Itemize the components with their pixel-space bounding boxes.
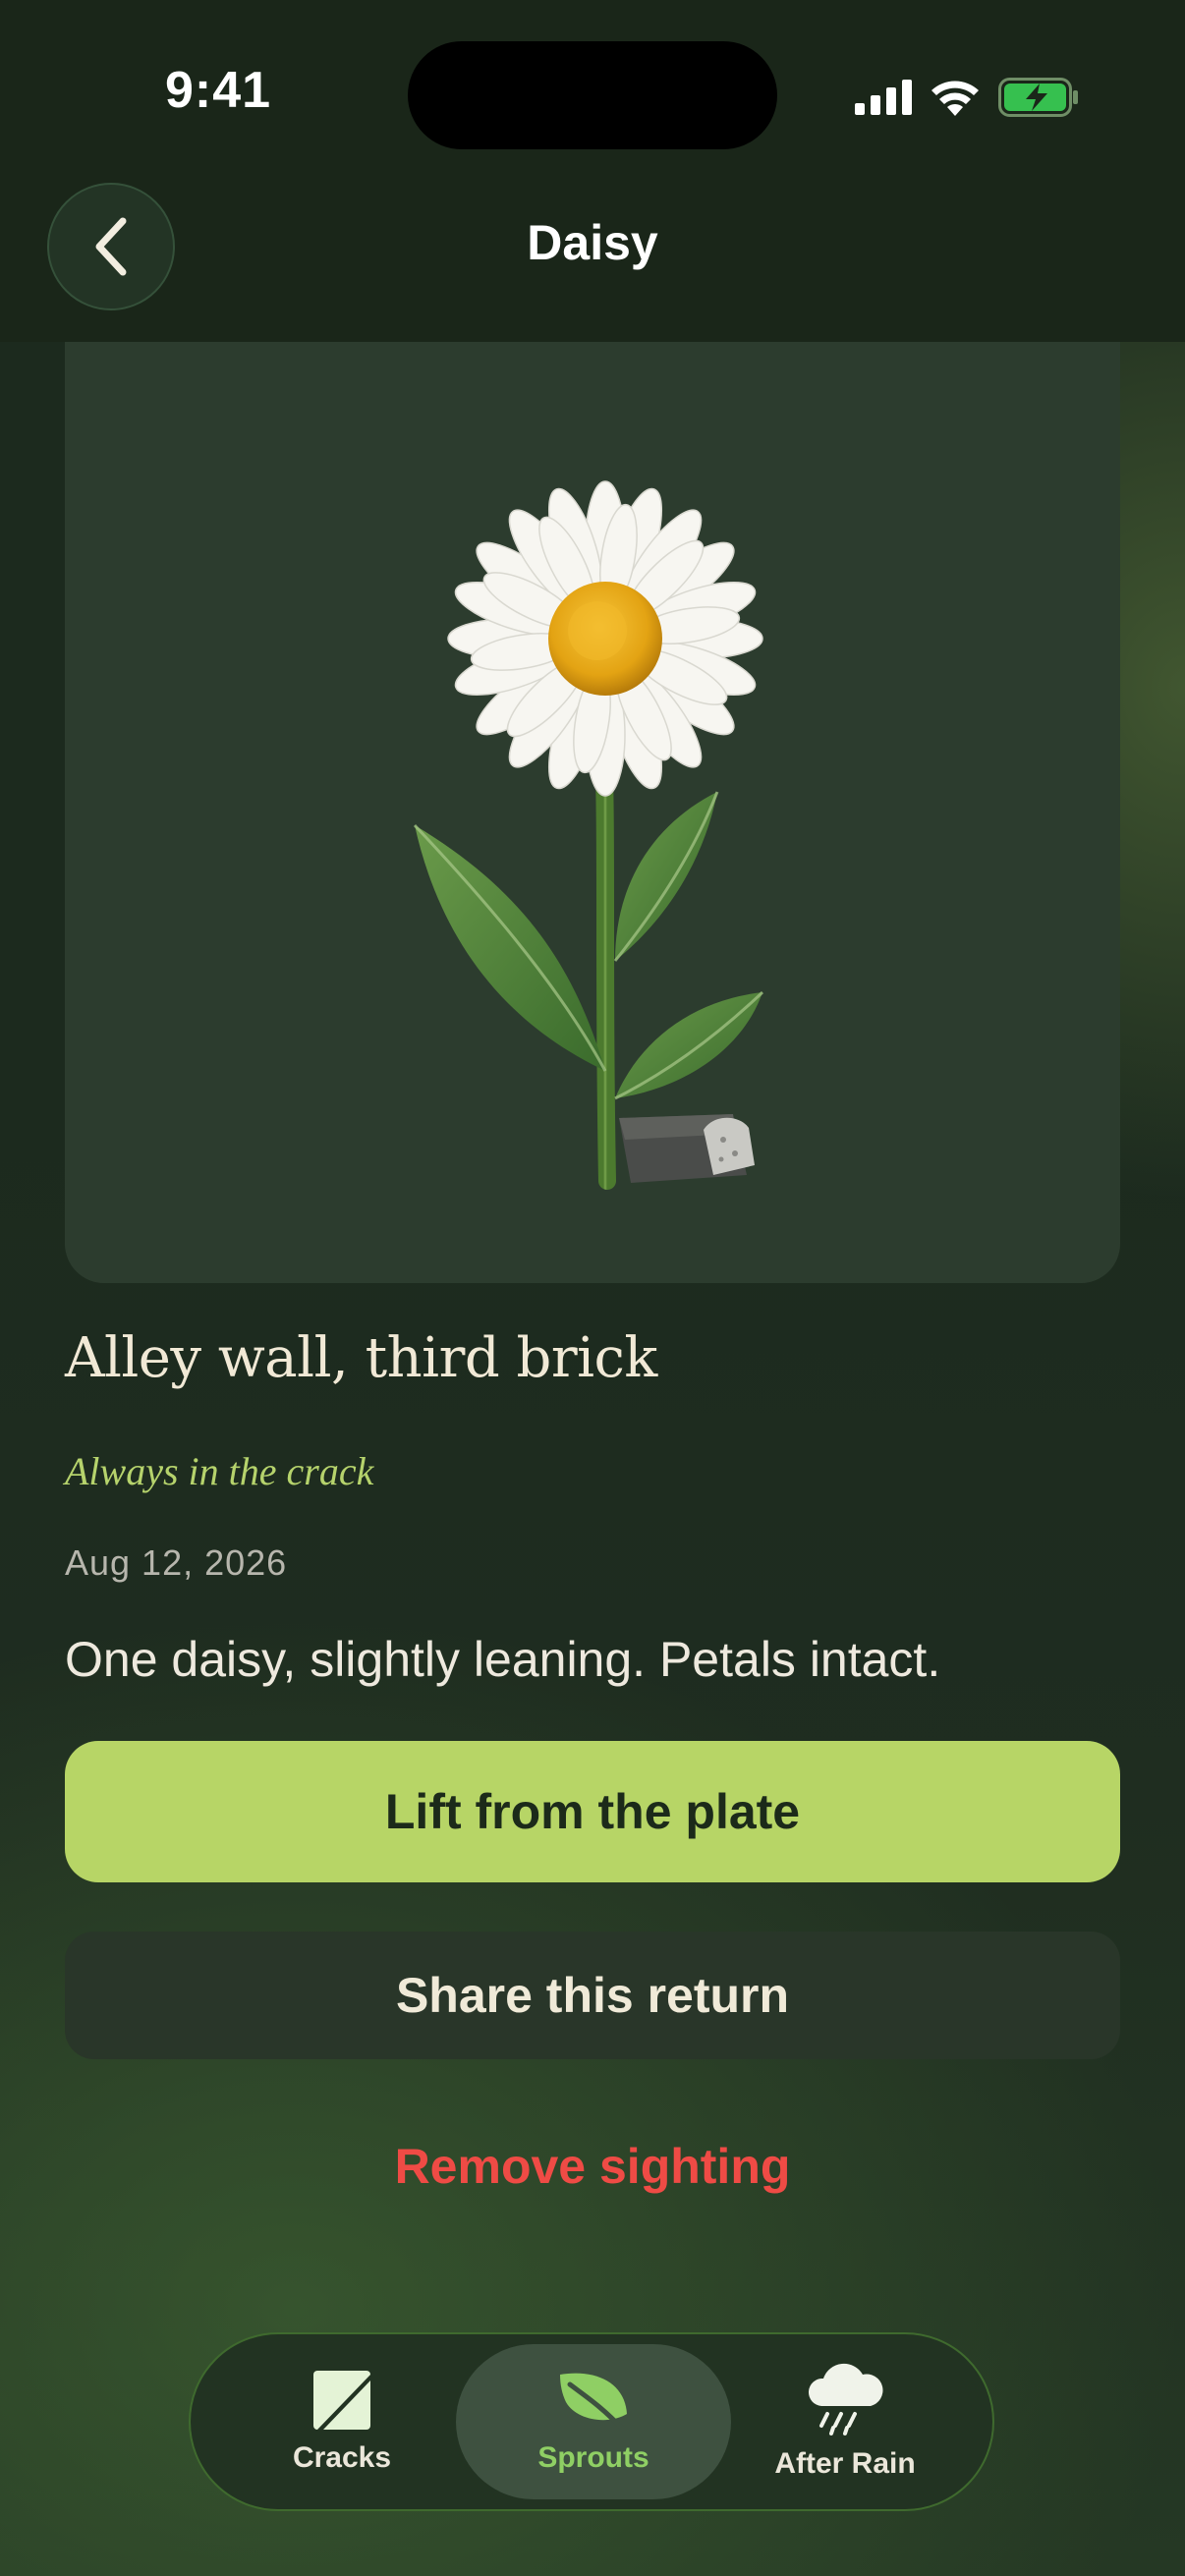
sighting-location: Alley wall, third brick [65, 1326, 657, 1390]
crack-icon [313, 2371, 370, 2430]
rain-cloud-icon [808, 2363, 883, 2436]
daisy-illustration [413, 480, 764, 1190]
leaf-icon [560, 2373, 627, 2432]
dynamic-island [408, 41, 777, 149]
lift-from-plate-button[interactable]: Lift from the plate [65, 1741, 1120, 1882]
cellular-signal-icon [855, 80, 912, 115]
sighting-tagline: Always in the crack [65, 1449, 374, 1493]
battery-charging-icon [998, 78, 1078, 117]
page-title: Daisy [527, 215, 658, 270]
status-icons [855, 73, 1079, 122]
sighting-image-card [65, 342, 1120, 1283]
remove-sighting-button[interactable]: Remove sighting [0, 2138, 1185, 2195]
wifi-icon [931, 81, 979, 116]
sighting-date: Aug 12, 2026 [65, 1542, 288, 1583]
tab-cracks[interactable]: Cracks [204, 2344, 480, 2499]
tab-cracks-label: Cracks [292, 2441, 392, 2474]
status-time: 9:41 [165, 62, 272, 119]
tab-after-rain[interactable]: After Rain [707, 2344, 983, 2499]
top-bar: 9:41 Daisy [0, 0, 1185, 342]
tab-sprouts[interactable]: Sprouts [456, 2344, 731, 2499]
tab-bar: Cracks Sprouts After Rain [189, 2332, 994, 2511]
share-return-button[interactable]: Share this return [65, 1932, 1120, 2059]
sighting-note: One daisy, slightly leaning. Petals inta… [65, 1632, 941, 1687]
tab-sprouts-label: Sprouts [537, 2441, 649, 2474]
tab-after-rain-label: After Rain [774, 2447, 916, 2480]
